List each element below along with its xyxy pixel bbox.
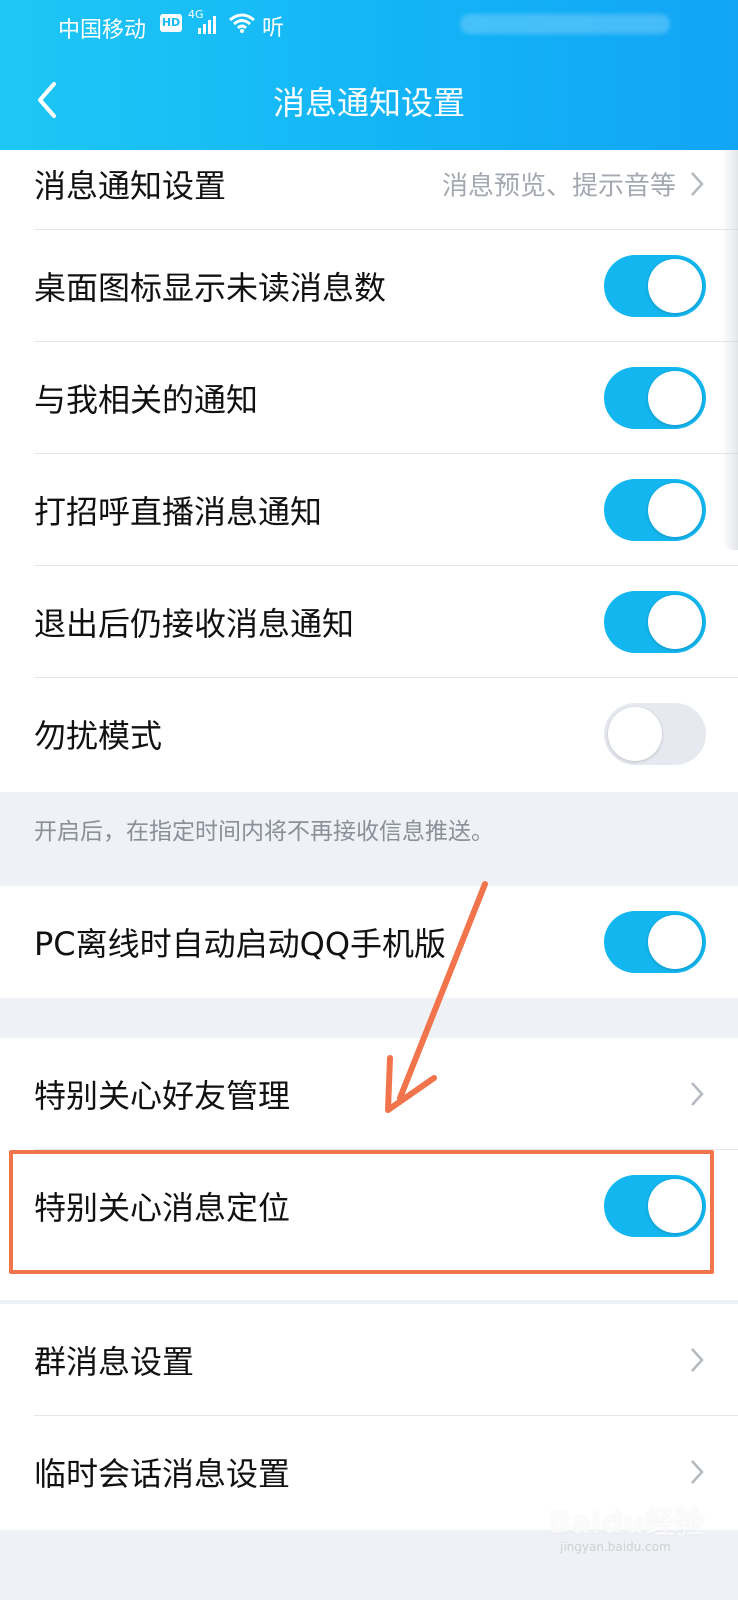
highlight-box: [9, 1150, 714, 1274]
row-label: 打招呼直播消息通知: [34, 493, 323, 531]
toggle-knob: [608, 707, 662, 761]
scroll-edge-shadow: [722, 150, 738, 550]
toggle-related-notifications[interactable]: [604, 367, 706, 429]
signal-icon: [198, 16, 216, 34]
toggle-knob: [648, 371, 702, 425]
row-label: 消息通知设置: [34, 166, 227, 205]
dnd-note: 开启后，在指定时间内将不再接收信息推送。: [34, 819, 494, 845]
row-label: 临时会话消息设置: [34, 1455, 291, 1493]
annotation-arrow-icon: [385, 881, 488, 1113]
row-pc-offline[interactable]: PC离线时自动启动QQ手机版: [0, 886, 738, 998]
row-label: 与我相关的通知: [34, 381, 259, 419]
chevron-right-icon: [691, 1082, 704, 1106]
hd-badge: HD: [160, 14, 182, 32]
toggle-knob: [648, 915, 702, 969]
toggle-knob: [648, 595, 702, 649]
row-special-care-manage[interactable]: 特别关心好友管理: [0, 1038, 738, 1150]
status-right-blurred: [460, 14, 670, 34]
settings-group-notifications: 消息通知设置 消息预览、提示音等 桌面图标显示未读消息数 与我相关的通知 打招呼…: [0, 150, 738, 792]
settings-group-pc: PC离线时自动启动QQ手机版: [0, 886, 738, 998]
toggle-badge-count[interactable]: [604, 255, 706, 317]
row-group-settings[interactable]: 群消息设置: [0, 1304, 738, 1416]
row-label: 群消息设置: [34, 1343, 195, 1381]
watermark-logo: Baidu经验: [548, 1506, 705, 1541]
chevron-right-icon: [691, 171, 704, 196]
toggle-do-not-disturb[interactable]: [604, 703, 706, 765]
toggle-knob: [648, 259, 702, 313]
chevron-right-icon: [691, 1460, 704, 1484]
settings-group-chats: 群消息设置 临时会话消息设置: [0, 1304, 738, 1530]
row-label: 退出后仍接收消息通知: [34, 605, 355, 643]
row-label: 桌面图标显示未读消息数: [34, 269, 387, 307]
row-label: 特别关心好友管理: [34, 1077, 291, 1115]
row-badge-count[interactable]: 桌面图标显示未读消息数: [0, 230, 738, 342]
row-notification-settings[interactable]: 消息通知设置 消息预览、提示音等: [0, 120, 738, 230]
page-title: 消息通知设置: [272, 84, 465, 122]
status-bar: 中国移动 HD 4G 听: [0, 0, 738, 50]
watermark-url: jingyan.baidu.com: [560, 1540, 671, 1554]
chevron-right-icon: [691, 1348, 704, 1372]
row-do-not-disturb[interactable]: 勿扰模式: [0, 678, 738, 790]
row-related-notifications[interactable]: 与我相关的通知: [0, 342, 738, 454]
toggle-knob: [648, 483, 702, 537]
row-receive-after-logout[interactable]: 退出后仍接收消息通知: [0, 566, 738, 678]
wifi-icon: [229, 13, 255, 33]
toggle-greeting-live[interactable]: [604, 479, 706, 541]
row-label: 勿扰模式: [34, 717, 163, 755]
row-value: 消息预览、提示音等: [441, 171, 676, 202]
toggle-pc-offline[interactable]: [604, 911, 706, 973]
row-greeting-live[interactable]: 打招呼直播消息通知: [0, 454, 738, 566]
carrier-name: 中国移动: [58, 18, 147, 43]
listen-icon: 听: [262, 16, 285, 41]
toggle-receive-after-logout[interactable]: [604, 591, 706, 653]
